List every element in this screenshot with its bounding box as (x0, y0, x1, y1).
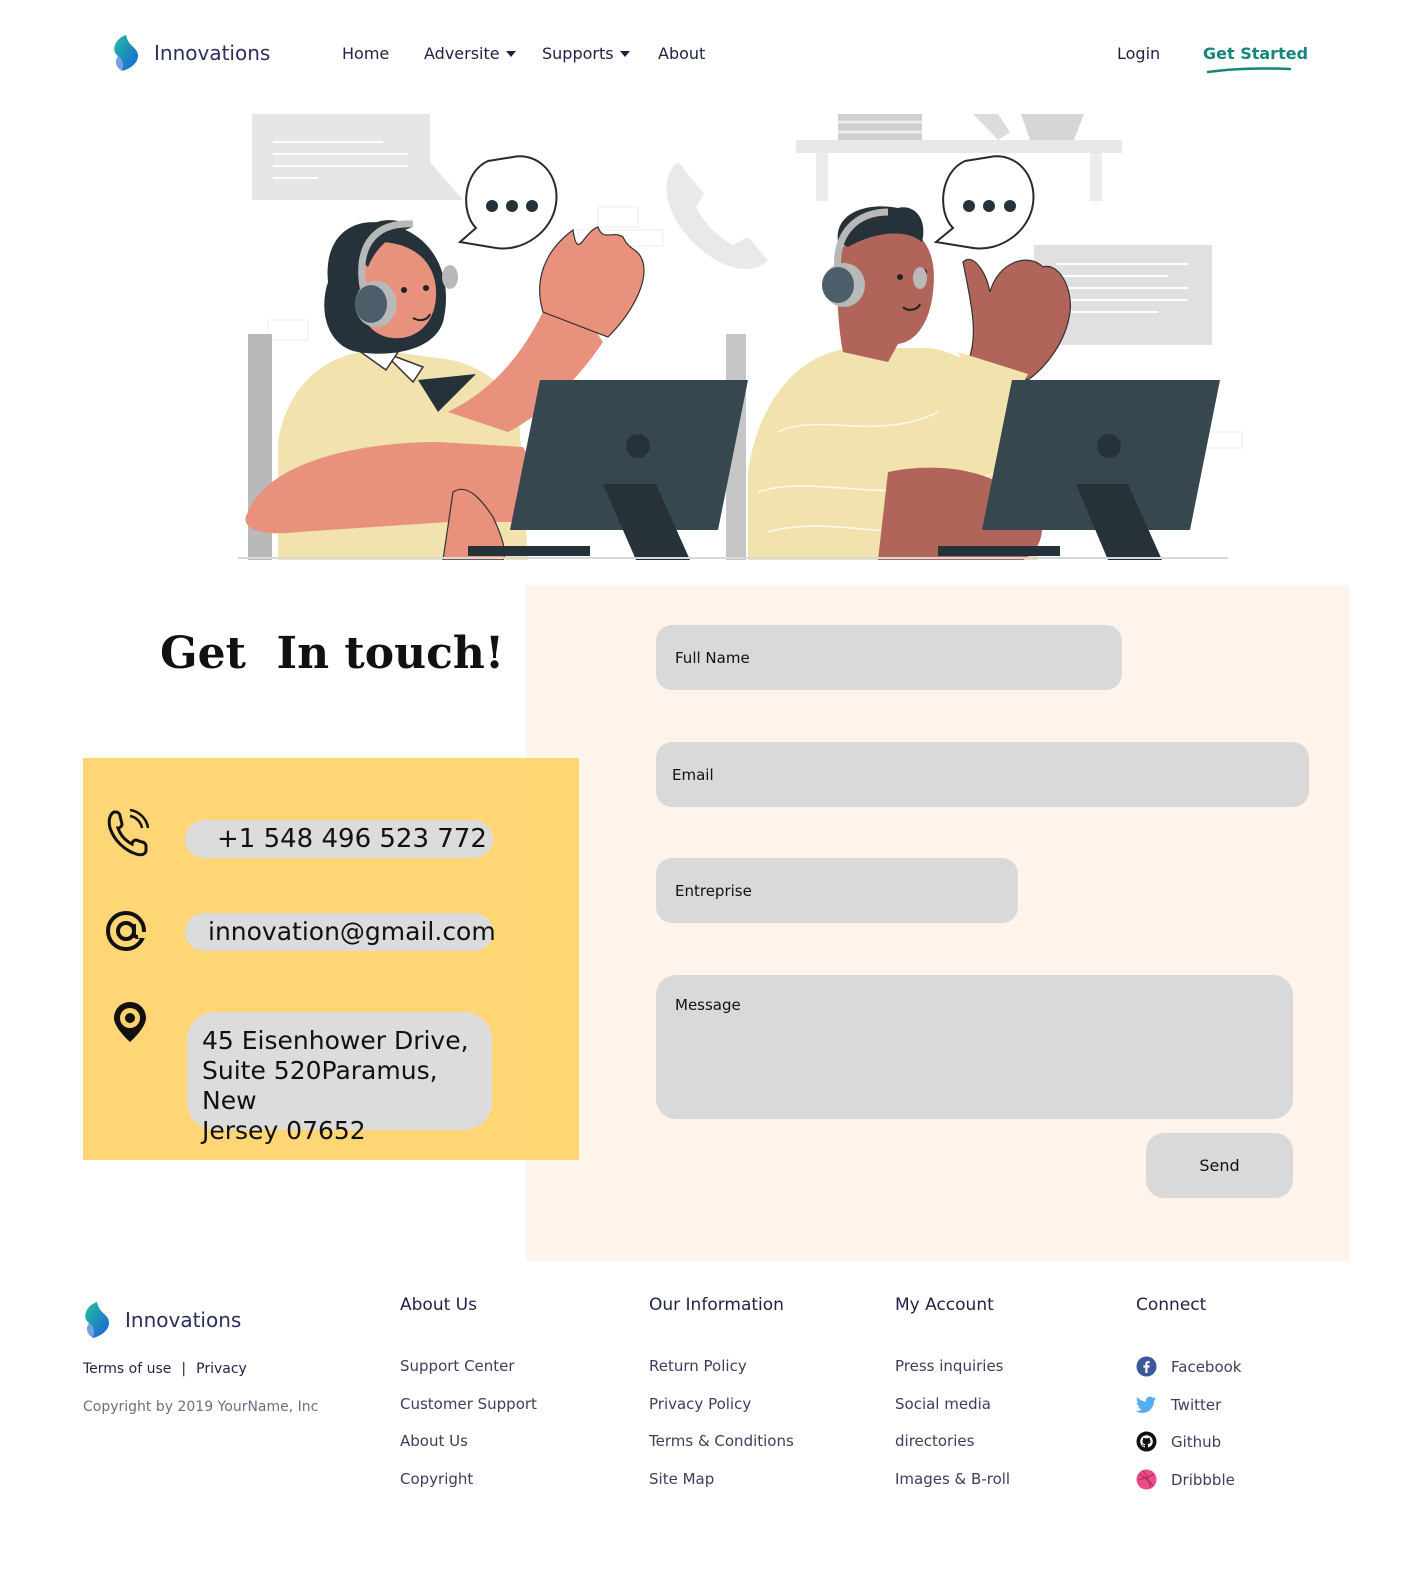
page-title: Get In touch! (160, 628, 505, 679)
brand-name: Innovations (154, 41, 271, 65)
enterprise-field[interactable] (656, 858, 1018, 923)
footer-link-return-policy[interactable]: Return Policy (649, 1357, 747, 1375)
terms-link[interactable]: Terms of use (83, 1361, 171, 1377)
footer-col-info-title: Our Information (649, 1295, 784, 1315)
social-github-label: Github (1171, 1432, 1222, 1451)
location-pin-icon (114, 1002, 146, 1042)
social-twitter[interactable]: Twitter (1136, 1394, 1221, 1415)
login-link[interactable]: Login (1117, 44, 1160, 63)
at-icon (106, 911, 148, 951)
footer-link-press-inquiries[interactable]: Press inquiries (895, 1357, 1004, 1375)
phone-icon (107, 808, 150, 857)
email-field[interactable] (656, 742, 1309, 807)
nav-about-label: About (658, 44, 706, 63)
footer-link-about-us[interactable]: About Us (400, 1432, 468, 1450)
footer-link-customer-support[interactable]: Customer Support (400, 1395, 537, 1413)
dribbble-icon (1136, 1469, 1157, 1490)
nav-about[interactable]: About (658, 44, 705, 63)
hero-illustration (238, 114, 1243, 560)
footer-link-directories[interactable]: directories (895, 1432, 974, 1450)
speech-bubble-left (457, 155, 558, 250)
footer-link-support-center[interactable]: Support Center (400, 1357, 515, 1375)
email-value[interactable]: innovation@gmail.com (185, 913, 496, 951)
legal-links: Terms of use | Privacy (83, 1361, 247, 1377)
shelf (796, 140, 1122, 153)
social-twitter-label: Twitter (1171, 1395, 1222, 1414)
get-started-link[interactable]: Get Started (1203, 44, 1308, 63)
full-name-field[interactable] (656, 625, 1122, 690)
privacy-link[interactable]: Privacy (196, 1361, 247, 1377)
footer-col-about-title: About Us (400, 1295, 477, 1315)
nav-supports[interactable]: Supports (542, 44, 630, 63)
caret-down-icon (619, 50, 630, 57)
twitter-icon (1136, 1396, 1156, 1413)
nav-home[interactable]: Home (342, 44, 389, 63)
footer-brand-logo[interactable]: Innovations (83, 1301, 241, 1339)
footer-brand-name: Innovations (125, 1308, 242, 1332)
legal-separator: | (181, 1361, 187, 1377)
bg-panel-left (252, 114, 430, 200)
footer-link-privacy-policy[interactable]: Privacy Policy (649, 1395, 751, 1413)
nav-adversite[interactable]: Adversite (424, 44, 516, 63)
social-dribbble[interactable]: Dribbble (1136, 1469, 1235, 1490)
swoosh-underline-icon (1206, 67, 1292, 74)
logo-mark-icon (85, 1302, 110, 1338)
footer-link-site-map[interactable]: Site Map (649, 1470, 714, 1488)
address-line-1: 45 Eisenhower Drive, (202, 1026, 469, 1055)
speech-bubble-right (933, 155, 1035, 250)
bg-phone-shape (666, 162, 768, 269)
caret-down-icon (505, 50, 516, 57)
nav-adversite-label: Adversite (424, 44, 500, 63)
social-dribbble-label: Dribbble (1171, 1470, 1235, 1489)
message-field[interactable] (656, 975, 1293, 1119)
nav-supports-label: Supports (542, 44, 614, 63)
footer-link-social-media[interactable]: Social media (895, 1395, 991, 1413)
footer-link-images-broll[interactable]: Images & B-roll (895, 1470, 1010, 1488)
send-button[interactable]: Send (1146, 1133, 1293, 1198)
footer-link-copyright[interactable]: Copyright (400, 1470, 473, 1488)
social-github[interactable]: Github (1136, 1431, 1221, 1452)
phone-value[interactable]: +1 548 496 523 772 (185, 820, 493, 858)
address-value[interactable]: 45 Eisenhower Drive, Suite 520Paramus, N… (187, 1012, 492, 1145)
logo-mark-icon (114, 35, 139, 71)
address-line-2: Suite 520Paramus, New (202, 1056, 438, 1115)
brand-logo[interactable]: Innovations (112, 34, 270, 72)
nav-home-label: Home (342, 44, 390, 63)
facebook-icon (1136, 1356, 1157, 1377)
social-facebook-label: Facebook (1171, 1357, 1242, 1376)
social-facebook[interactable]: Facebook (1136, 1356, 1241, 1377)
footer-link-terms-conditions[interactable]: Terms & Conditions (649, 1432, 794, 1450)
footer-col-account-title: My Account (895, 1295, 994, 1315)
copyright-text: Copyright by 2019 YourName, Inc (83, 1399, 319, 1415)
footer-col-connect-title: Connect (1136, 1295, 1207, 1315)
github-icon (1136, 1431, 1157, 1452)
address-line-3: Jersey 07652 (202, 1116, 366, 1145)
